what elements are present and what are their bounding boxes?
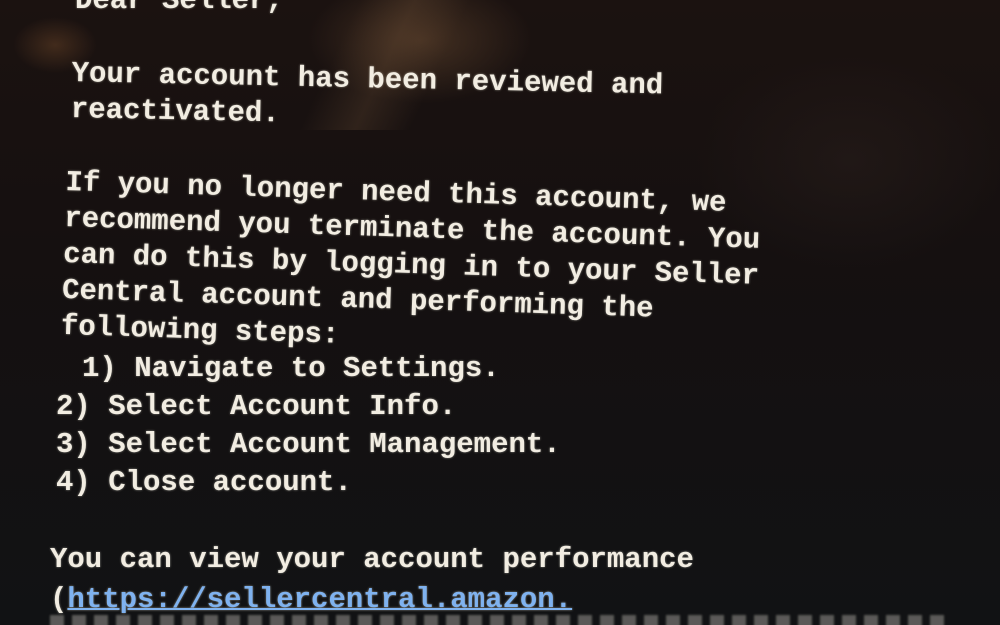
paragraph-line: following steps: bbox=[60, 309, 340, 352]
step-item: 1) Navigate to Settings. bbox=[82, 352, 500, 385]
open-parenthesis: ( bbox=[50, 583, 68, 616]
step-item: 4) Close account. bbox=[56, 466, 352, 499]
email-greeting: Dear Seller, bbox=[75, 0, 284, 17]
seller-central-link[interactable]: https://sellercentral.amazon. bbox=[67, 583, 572, 616]
paragraph-line: You can view your account performance bbox=[50, 543, 694, 576]
paragraph-line: reactivated. bbox=[70, 92, 281, 131]
email-paragraph-performance: You can view your account performance (h… bbox=[50, 540, 694, 620]
email-screen: Dear Seller, Your account has been revie… bbox=[0, 0, 1000, 625]
steps-list: 1) Navigate to Settings. 2) Select Accou… bbox=[56, 350, 561, 502]
email-paragraph-reactivated: Your account has been reviewed and react… bbox=[70, 56, 664, 140]
cut-off-text-line bbox=[50, 615, 950, 625]
step-item: 2) Select Account Info. bbox=[56, 390, 457, 423]
email-paragraph-terminate: If you no longer need this account, we r… bbox=[60, 165, 761, 367]
step-item: 3) Select Account Management. bbox=[56, 428, 561, 461]
